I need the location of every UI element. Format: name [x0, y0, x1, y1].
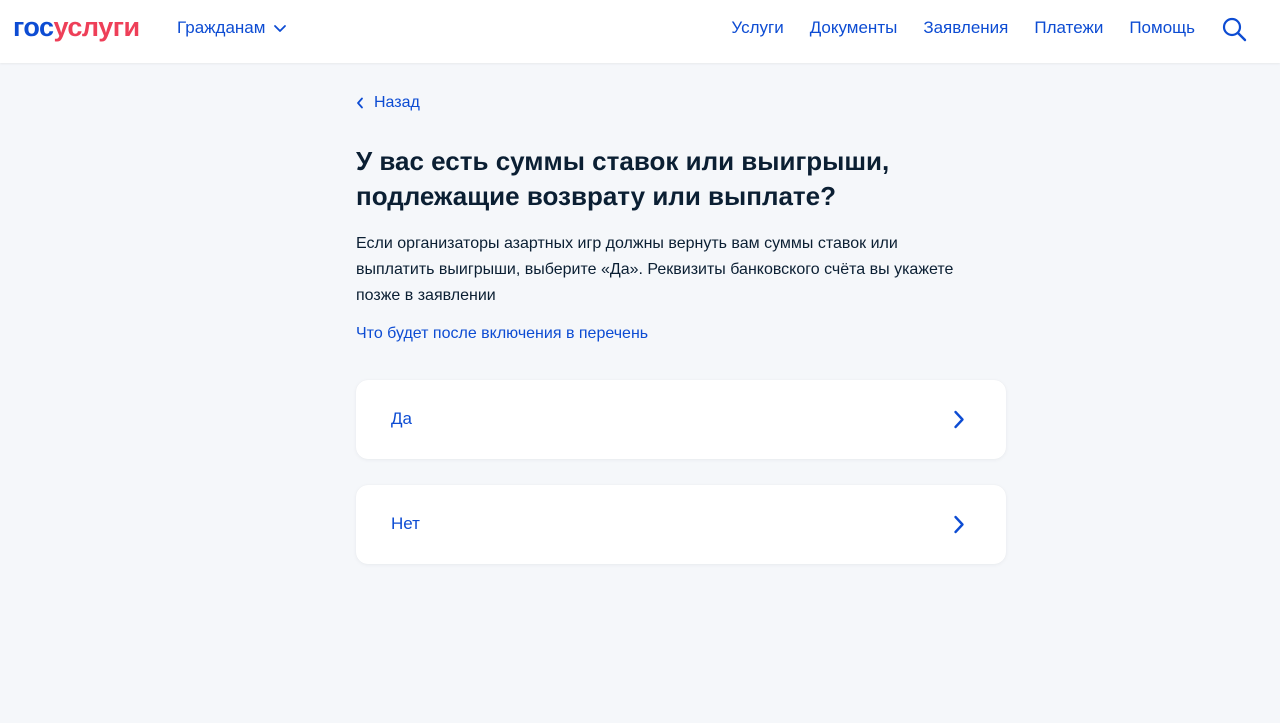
search-icon[interactable]: [1221, 16, 1247, 42]
logo-part-gos: гос: [13, 12, 54, 42]
audience-label: Гражданам: [177, 18, 266, 37]
main-content: Назад У вас есть суммы ставок или выигры…: [356, 90, 1006, 564]
option-no[interactable]: Нет: [356, 485, 1006, 564]
option-no-label: Нет: [391, 514, 420, 533]
chevron-down-icon: [274, 25, 287, 32]
nav-item-applications[interactable]: Заявления: [923, 17, 1008, 39]
answer-options: Да Нет: [356, 380, 1006, 564]
nav-item-payments[interactable]: Платежи: [1034, 17, 1103, 39]
info-link[interactable]: Что будет после включения в перечень: [356, 322, 648, 346]
main-nav: Услуги Документы Заявления Платежи Помощ…: [731, 17, 1195, 39]
option-yes[interactable]: Да: [356, 380, 1006, 459]
audience-dropdown[interactable]: Гражданам: [177, 17, 287, 39]
back-link[interactable]: Назад: [356, 90, 420, 116]
nav-item-services[interactable]: Услуги: [731, 17, 783, 39]
option-yes-label: Да: [391, 409, 412, 428]
top-header: госуслуги Гражданам Услуги Документы Зая…: [0, 0, 1280, 63]
chevron-right-icon: [954, 410, 964, 429]
chevron-right-icon: [954, 515, 964, 534]
logo-part-uslugi: услуги: [53, 12, 141, 42]
nav-item-documents[interactable]: Документы: [810, 17, 898, 39]
chevron-left-icon: [357, 97, 363, 109]
nav-item-help[interactable]: Помощь: [1129, 17, 1195, 39]
question-description: Если организаторы азартных игр должны ве…: [356, 235, 954, 304]
gosuslugi-logo[interactable]: госуслуги: [13, 11, 140, 43]
back-label: Назад: [374, 94, 420, 111]
page-title: У вас есть суммы ставок или выигрыши, по…: [356, 146, 890, 211]
